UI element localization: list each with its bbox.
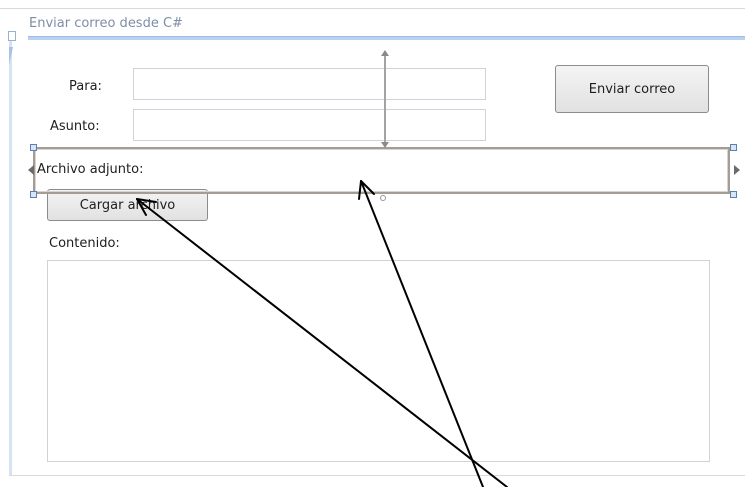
- window-title-bar[interactable]: [28, 36, 745, 40]
- margin-right-arrow-icon[interactable]: [734, 165, 740, 175]
- top-border: [0, 8, 745, 9]
- contenido-textarea[interactable]: [47, 260, 710, 462]
- enviar-correo-button[interactable]: Enviar correo: [555, 65, 709, 113]
- splitter-up-arrow-icon[interactable]: [381, 50, 389, 56]
- left-designer-strip: [9, 40, 12, 475]
- contenido-label: Contenido:: [49, 236, 120, 251]
- grid-splitter-line[interactable]: [384, 55, 386, 145]
- para-input[interactable]: [133, 68, 486, 100]
- bottom-border: [9, 475, 745, 476]
- window-title: Enviar correo desde C#: [29, 16, 183, 31]
- resize-handle-bottom-right-icon[interactable]: [730, 191, 737, 198]
- asunto-input[interactable]: [133, 109, 486, 141]
- asunto-label: Asunto:: [50, 119, 100, 134]
- resize-handle-top-left-icon[interactable]: [30, 144, 37, 151]
- left-marker-icon: [9, 47, 13, 65]
- resize-handle-top-right-icon[interactable]: [730, 144, 737, 151]
- para-label: Para:: [69, 79, 102, 94]
- resize-handle-bottom-left-icon[interactable]: [30, 191, 37, 198]
- rotation-handle-icon[interactable]: [380, 195, 386, 201]
- document-icon: [8, 31, 16, 41]
- splitter-down-arrow-icon[interactable]: [381, 142, 389, 148]
- margin-left-arrow-icon[interactable]: [28, 165, 34, 175]
- archivo-adjunto-label[interactable]: Archivo adjunto:: [37, 162, 143, 177]
